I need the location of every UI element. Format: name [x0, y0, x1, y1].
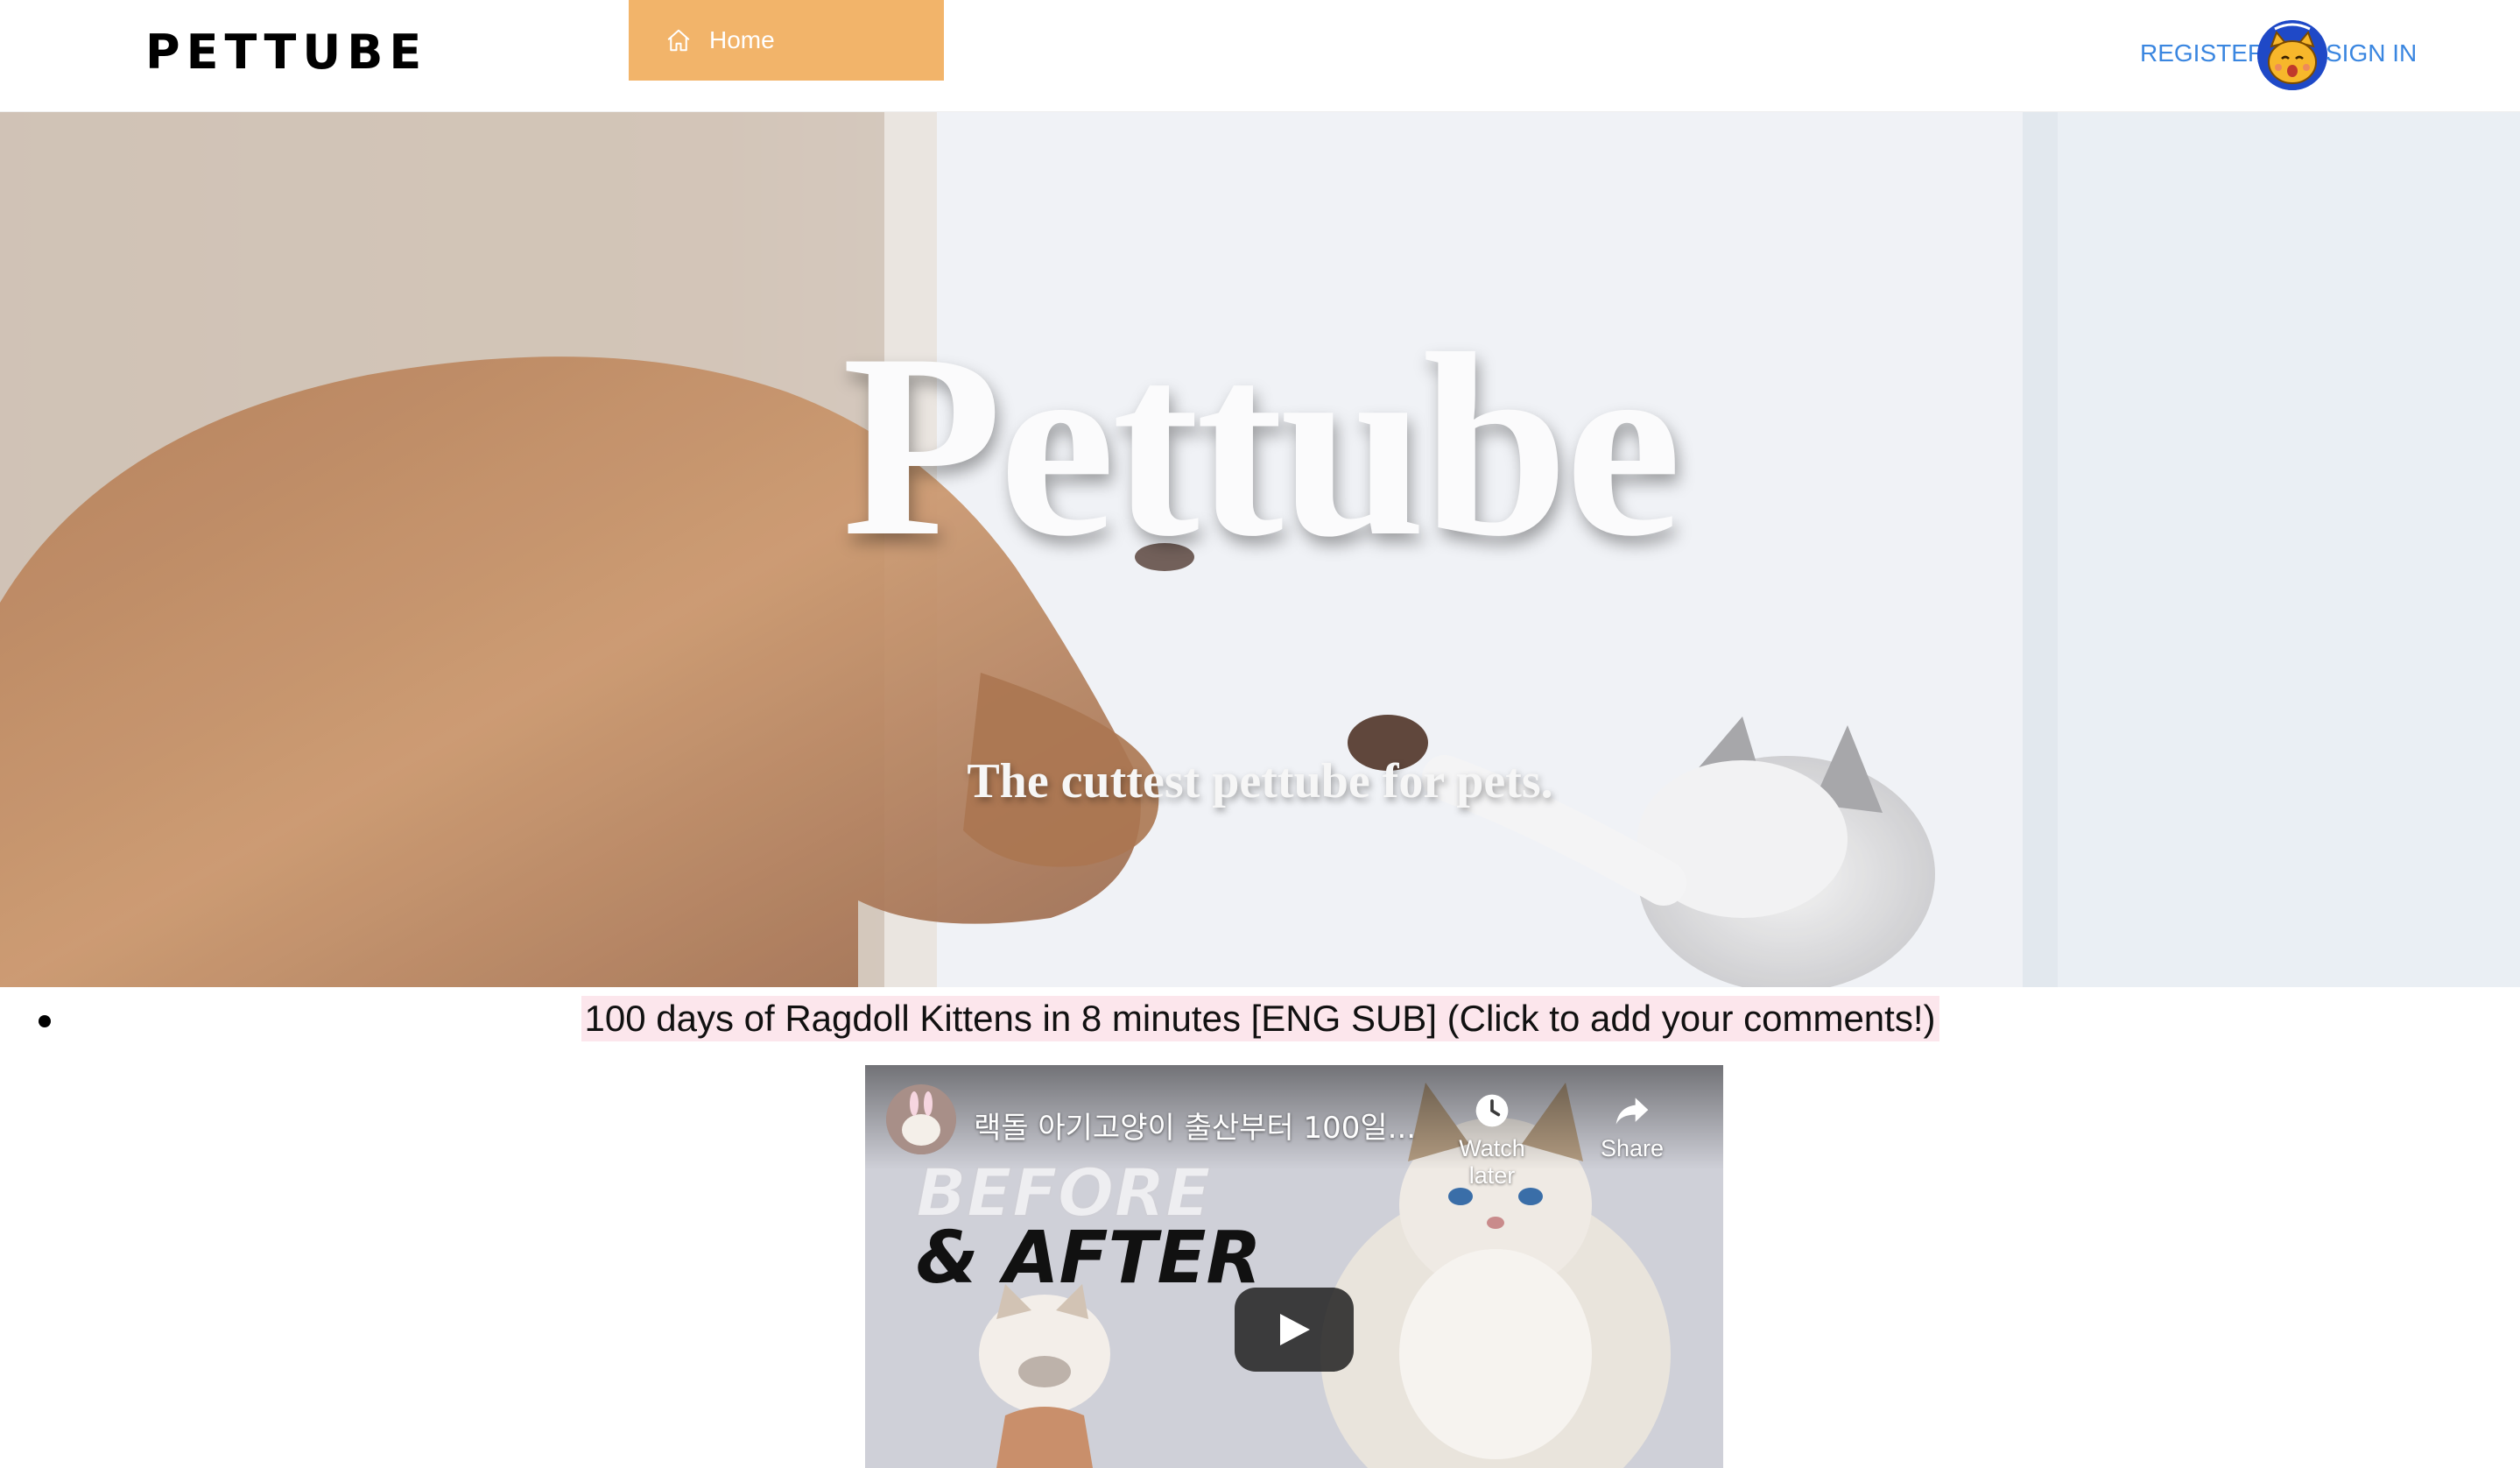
signin-link[interactable]: SIGN IN — [2326, 39, 2417, 68]
channel-avatar[interactable] — [886, 1084, 956, 1154]
thumbnail-text-after: & AFTER — [916, 1217, 1262, 1300]
share-button[interactable]: Share — [1580, 1091, 1685, 1162]
hero-subtitle: The cuttest pettube for pets. — [967, 754, 1553, 808]
channel-avatar-image — [886, 1084, 956, 1154]
video-title-link[interactable]: 100 days of Ragdoll Kittens in 8 minutes… — [581, 996, 1939, 1041]
nav-home-label: Home — [709, 26, 775, 53]
user-avatar[interactable] — [2257, 20, 2327, 90]
nav-item-home[interactable]: Home — [629, 0, 944, 81]
share-label: Share — [1600, 1135, 1665, 1161]
watch-later-label: Watch later — [1459, 1135, 1525, 1189]
player-video-title[interactable]: 랙돌 아기고양이 출산부터 100일... — [974, 1104, 1416, 1147]
home-icon — [667, 29, 690, 52]
play-button[interactable] — [1235, 1288, 1354, 1372]
share-arrow-icon — [1615, 1097, 1649, 1125]
site-logo[interactable]: PETTUBE — [145, 25, 427, 81]
cat-avatar-icon — [2257, 20, 2327, 90]
hero-banner: Pettube The cuttest pettube for pets. — [0, 112, 2520, 987]
play-icon — [1280, 1314, 1310, 1345]
site-header: PETTUBE Home REGISTER SIGN IN — [0, 0, 2520, 112]
clock-icon — [1475, 1094, 1509, 1127]
hero-title: Pettube — [841, 300, 1681, 590]
youtube-embed-player[interactable]: BEFORE & AFTER 랙돌 아기고양이 출산부터 100일... Wat… — [865, 1065, 1723, 1468]
watch-later-button[interactable]: Watch later — [1439, 1091, 1545, 1189]
register-link[interactable]: REGISTER — [2140, 39, 2265, 68]
